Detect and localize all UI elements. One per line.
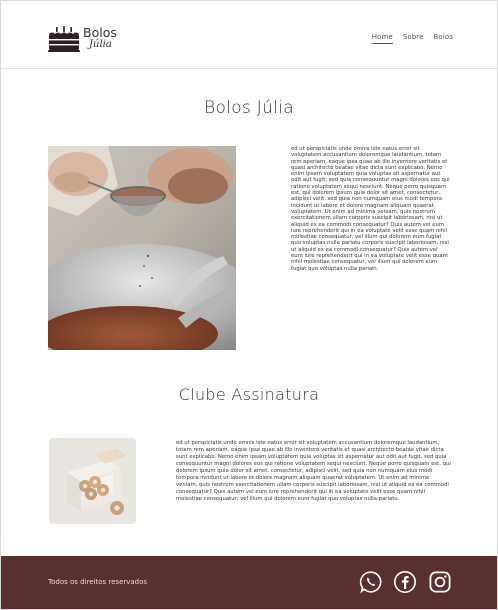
nav-sobre-link[interactable]: Sobre [403, 33, 424, 44]
whatsapp-icon[interactable] [359, 570, 383, 594]
about-paragraph: ed ut perspiciatis unde omnis iste natus… [291, 146, 450, 272]
facebook-icon[interactable] [393, 570, 417, 594]
site-header: Bolos Júlia Home Sobre Bolos [1, 1, 497, 69]
logo[interactable]: Bolos Júlia [48, 25, 117, 52]
copyright-text: Todos os direitos reservados [48, 578, 148, 586]
baking-photo [48, 146, 236, 350]
section-title-bolos: Bolos Júlia [204, 98, 294, 118]
section-title-clube: Clube Assinatura [178, 385, 320, 404]
logo-title: Bolos [83, 25, 117, 41]
nav-home-link[interactable]: Home [371, 33, 393, 44]
cookie-box-photo [49, 438, 136, 524]
cake-icon [48, 26, 80, 52]
main-nav: Home Sobre Bolos [371, 33, 453, 44]
instagram-icon[interactable] [428, 570, 452, 594]
site-footer: Todos os direitos reservados [1, 556, 497, 609]
nav-bolos-link[interactable]: Bolos [434, 33, 453, 44]
subscription-paragraph: ed ut perspiciatis unde omnis iste natus… [176, 440, 451, 502]
logo-subtitle: Júlia [89, 38, 112, 50]
